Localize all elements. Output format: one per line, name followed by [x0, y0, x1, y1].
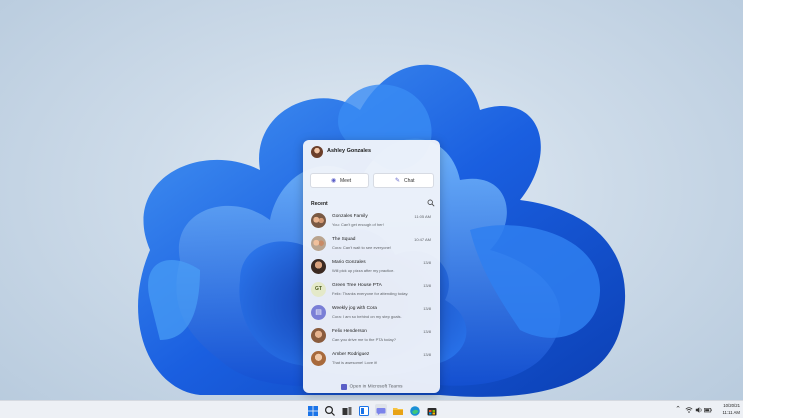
avatar	[311, 259, 326, 274]
compose-icon: ✎	[395, 178, 401, 184]
open-in-teams-link[interactable]: Open in Microsoft Teams	[303, 378, 440, 390]
windows-start-icon[interactable]	[307, 404, 319, 416]
clock-time: 11:11 AM	[722, 410, 740, 415]
recent-heading: Recent	[311, 201, 328, 207]
conversation-time: 13/8	[423, 329, 431, 334]
conversation-mario-gonzales[interactable]: Mario Gonzales Will pick up pizza after …	[306, 256, 437, 278]
conversation-name: Gonzales Family	[332, 214, 368, 219]
flyout-header: Ashley Gonzales	[303, 140, 440, 166]
conversation-time: 13/8	[423, 260, 431, 265]
conversation-preview: You: Can't get enough of her!	[332, 222, 384, 227]
file-explorer-icon[interactable]	[392, 404, 404, 416]
conversation-name: The Squad	[332, 237, 356, 242]
volume-icon[interactable]	[695, 406, 703, 414]
conversation-name: Amber Rodriguez	[332, 352, 370, 357]
chat-icon[interactable]	[375, 404, 387, 416]
calendar-icon: ▤	[311, 305, 326, 320]
avatar-initials: GT	[311, 282, 326, 297]
conversation-preview: That is awesome! Love it!	[332, 360, 378, 365]
desktop-wallpaper: Ashley Gonzales ◉ Meet ✎ Chat Recent Gon…	[0, 0, 743, 418]
wifi-icon[interactable]	[685, 406, 693, 414]
search-icon[interactable]	[324, 404, 336, 416]
conversation-weekly-jog-with-cora[interactable]: ▤ Weekly jog with Cora Cora: I am so beh…	[306, 302, 437, 324]
battery-icon[interactable]	[704, 406, 712, 414]
conversation-preview: Cora: I am so behind on my step goals.	[332, 314, 402, 319]
avatar	[311, 328, 326, 343]
store-icon[interactable]	[426, 404, 438, 416]
task-view-icon[interactable]	[341, 404, 353, 416]
conversation-name: Green Tree House PTA	[332, 283, 382, 288]
conversation-felix-henderson[interactable]: Felix Henderson Can you drive me to the …	[306, 325, 437, 347]
conversation-preview: Can you drive me to the PTA today?	[332, 337, 396, 342]
conversation-preview: Cora: Can't wait to see everyone!	[332, 245, 392, 250]
avatar	[311, 351, 326, 366]
widgets-icon[interactable]	[358, 404, 370, 416]
clock[interactable]: 10/20/21 11:11 AM	[712, 402, 740, 416]
edge-icon[interactable]	[409, 404, 421, 416]
chat-flyout: Ashley Gonzales ◉ Meet ✎ Chat Recent Gon…	[303, 140, 440, 393]
meet-label: Meet	[340, 178, 352, 184]
meet-button[interactable]: ◉ Meet	[310, 173, 369, 188]
clock-date: 10/20/21	[723, 403, 740, 408]
chat-button[interactable]: ✎ Chat	[373, 173, 434, 188]
avatar[interactable]	[311, 146, 323, 158]
conversation-name: Felix Henderson	[332, 329, 367, 334]
camera-icon: ◉	[331, 178, 337, 184]
conversation-amber-rodriguez[interactable]: Amber Rodriguez That is awesome! Love it…	[306, 348, 437, 370]
taskbar: ⌃ 10/20/21 11:11 AM	[0, 400, 743, 418]
avatar	[311, 213, 326, 228]
teams-icon	[340, 383, 347, 390]
conversation-time: 11:05 AM	[414, 214, 431, 219]
conversation-time: 13/8	[423, 352, 431, 357]
avatar-initials-text: GT	[315, 286, 322, 292]
conversation-name: Weekly jog with Cora	[332, 306, 377, 311]
conversation-time: 13/8	[423, 306, 431, 311]
conversation-the-squad[interactable]: The Squad Cora: Can't wait to see everyo…	[306, 233, 437, 255]
conversation-name: Mario Gonzales	[332, 260, 366, 265]
conversation-preview: Will pick up pizza after my practice.	[332, 268, 395, 273]
conversation-time: 13/8	[423, 283, 431, 288]
conversation-preview: Felix: Thanks everyone for attending tod…	[332, 291, 409, 296]
conversation-time: 10:47 AM	[414, 237, 431, 242]
conversation-gonzales-family[interactable]: Gonzales Family You: Can't get enough of…	[306, 210, 437, 232]
open-in-teams-label: Open in Microsoft Teams	[349, 384, 403, 390]
conversation-green-tree-house-pta[interactable]: GT Green Tree House PTA Felix: Thanks ev…	[306, 279, 437, 301]
avatar	[311, 236, 326, 251]
user-name: Ashley Gonzales	[327, 148, 372, 154]
chat-label: Chat	[404, 178, 415, 184]
chevron-up-icon[interactable]: ⌃	[674, 406, 682, 414]
search-icon[interactable]	[427, 199, 435, 207]
